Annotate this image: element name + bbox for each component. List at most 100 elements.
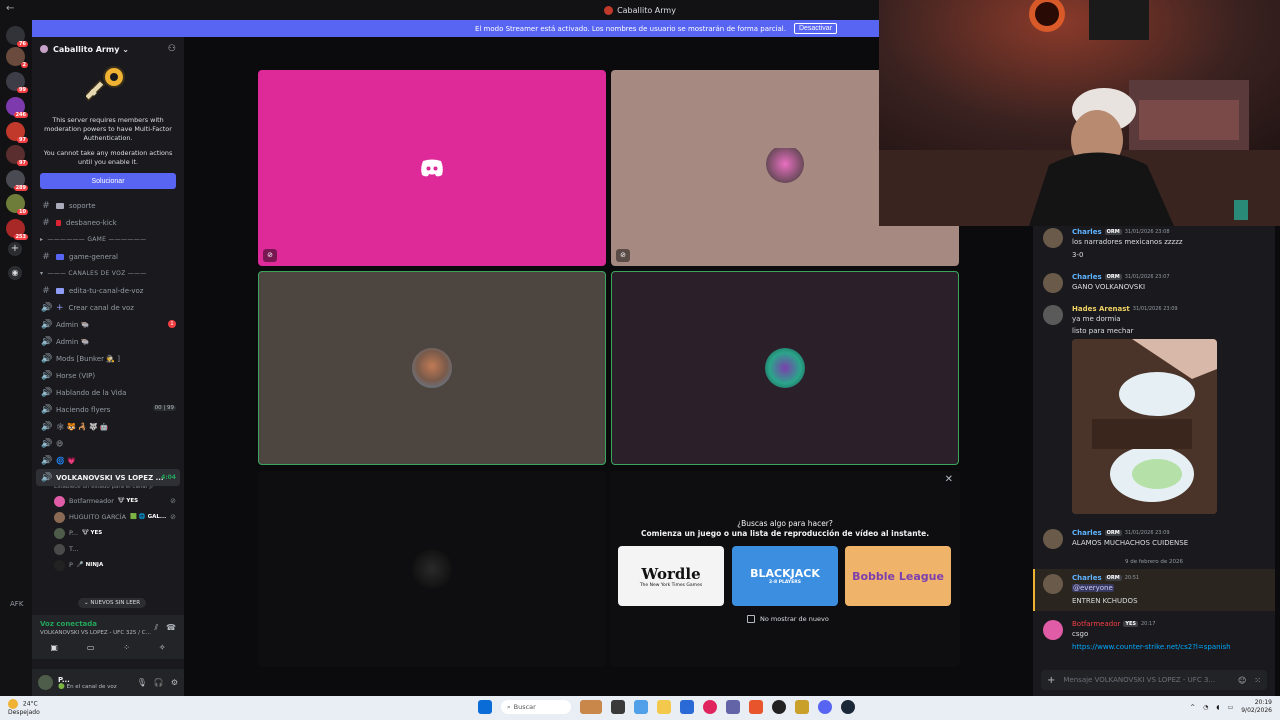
- video-tile[interactable]: [258, 471, 606, 667]
- message-author[interactable]: Charles: [1072, 228, 1102, 236]
- channel-admin-1[interactable]: 🔊 Admin 🐃 1: [32, 316, 184, 333]
- voice-user[interactable]: T...: [32, 541, 184, 557]
- dont-show-again[interactable]: No mostrar de nuevo: [747, 615, 829, 623]
- avatar[interactable]: [38, 675, 53, 690]
- voice-user[interactable]: Botfarmeador 🐮 YES ⊘: [32, 493, 184, 509]
- video-tile[interactable]: [611, 271, 959, 465]
- camera-off-icon[interactable]: ▣: [50, 643, 58, 652]
- teams-icon[interactable]: [726, 700, 740, 714]
- add-server-icon[interactable]: +: [8, 242, 22, 256]
- gear-icon[interactable]: ⚙: [171, 678, 178, 687]
- solucionar-button[interactable]: Solucionar: [40, 173, 176, 189]
- avatar[interactable]: [1043, 620, 1063, 640]
- server-icon[interactable]: 253: [6, 219, 28, 240]
- apps-icon[interactable]: ⁙: [1254, 676, 1261, 685]
- game-wordle[interactable]: Wordle The New York Times Games: [618, 546, 724, 606]
- video-tile[interactable]: ⊘: [258, 70, 606, 266]
- voice-user[interactable]: P 🎤 NINJA: [32, 557, 184, 573]
- channel-admin-2[interactable]: 🔊 Admin 🐃: [32, 333, 184, 350]
- app-icon[interactable]: [795, 700, 809, 714]
- avatar[interactable]: [1043, 529, 1063, 549]
- activities-icon[interactable]: ⁘: [123, 643, 130, 652]
- message-author[interactable]: Charles: [1072, 529, 1102, 537]
- channel-horse[interactable]: 🔊 Horse (VIP): [32, 367, 184, 384]
- channel-hablando[interactable]: 🔊 Hablando de la Vida: [32, 384, 184, 401]
- channel-edita[interactable]: # edita-tu-canal-de-voz: [32, 282, 184, 299]
- new-unread-pill[interactable]: ⌄ NUEVOS SIN LEER: [78, 598, 147, 608]
- clock[interactable]: 20:19 9/02/2026: [1241, 699, 1272, 715]
- message-link[interactable]: https://www.counter-strike.net/cs2?l=spa…: [1072, 643, 1231, 651]
- channel-volkanovski-active[interactable]: 🔊 VOLKANOVSKI VS LOPEZ ... 4:04: [36, 469, 180, 486]
- message-author[interactable]: Botfarmeador: [1072, 620, 1120, 628]
- channel-crear[interactable]: 🔊 + Crear canal de voz: [32, 299, 184, 316]
- discord-home-icon[interactable]: 76: [6, 26, 28, 47]
- obs-icon[interactable]: [772, 700, 786, 714]
- server-header[interactable]: Caballito Army ⌄ ⚇: [32, 37, 184, 61]
- network-icon[interactable]: ◔: [1203, 704, 1208, 711]
- mail-icon[interactable]: [680, 700, 694, 714]
- back-arrow-icon[interactable]: ←: [6, 3, 14, 14]
- voice-user[interactable]: HUGUITO GARCÍA 🟩 🌐 GAL... ⊘: [32, 509, 184, 525]
- game-blackjack[interactable]: BLACKJACK 2-8 PLAYERS: [732, 546, 838, 606]
- windows-start-icon[interactable]: [478, 700, 492, 714]
- channel-emoji-2[interactable]: 🔊 😄: [32, 435, 184, 452]
- headphones-icon[interactable]: 🎧: [154, 678, 164, 687]
- channel-haciendo[interactable]: 🔊 Haciendo flyers 00 | 99: [32, 401, 184, 418]
- volume-icon[interactable]: ◖: [1216, 704, 1219, 711]
- invite-people-icon[interactable]: ⚇: [168, 44, 176, 54]
- voice-user[interactable]: P... 🐮 YES: [32, 525, 184, 541]
- server-icon[interactable]: 246: [6, 97, 28, 118]
- avatar[interactable]: [1043, 574, 1063, 594]
- channel-emoji-3[interactable]: 🔊 🌀 💗: [32, 452, 184, 469]
- message-author[interactable]: Hades Arenast: [1072, 305, 1130, 313]
- app-icon[interactable]: [703, 700, 717, 714]
- avatar[interactable]: [1043, 305, 1063, 325]
- voice-text-chat: Charles ORM 31/01/2026 23:08 los narrado…: [1033, 226, 1275, 696]
- noise-suppression-icon[interactable]: ⫽: [154, 623, 158, 633]
- explore-icon[interactable]: ◉: [8, 266, 22, 280]
- server-icon[interactable]: 10: [6, 194, 28, 215]
- screen-share-icon[interactable]: ▭: [87, 643, 95, 652]
- channel-emoji-1[interactable]: 🔊 🕸 🐯 🦂 🐺 🤖: [32, 418, 184, 435]
- discord-taskbar-icon[interactable]: [818, 700, 832, 714]
- avatar[interactable]: [1043, 273, 1063, 293]
- weather-widget[interactable]: 24°C Despejado: [8, 699, 40, 717]
- video-tile[interactable]: [258, 271, 606, 465]
- channel-mods[interactable]: 🔊 Mods [Bunker 🕵 ]: [32, 350, 184, 367]
- add-attachment-icon[interactable]: +: [1047, 675, 1055, 686]
- server-icon[interactable]: 97: [6, 145, 28, 166]
- task-view-icon[interactable]: [611, 700, 625, 714]
- message-image-attachment[interactable]: [1072, 339, 1217, 514]
- message-author[interactable]: Charles: [1072, 574, 1102, 582]
- message-author[interactable]: Charles: [1072, 273, 1102, 281]
- steam-icon[interactable]: [841, 700, 855, 714]
- brave-icon[interactable]: [749, 700, 763, 714]
- category-game[interactable]: ▸ —————— GAME ——————: [32, 231, 184, 248]
- emoji-icon[interactable]: ☺: [1238, 676, 1246, 685]
- server-icon[interactable]: 2: [6, 47, 28, 68]
- microphone-icon[interactable]: 🎙: [137, 678, 147, 687]
- file-explorer-icon[interactable]: [657, 700, 671, 714]
- voice-channel-name[interactable]: VOLKANOVSKI VS LOPEZ - UFC 325 / C...: [40, 630, 151, 636]
- close-icon[interactable]: ✕: [945, 474, 953, 485]
- soundboard-icon[interactable]: ✧: [159, 643, 166, 652]
- battery-icon[interactable]: ▭: [1228, 704, 1234, 711]
- message-input[interactable]: + Mensaje VOLKANOVSKI VS LOPEZ - UFC 3..…: [1041, 670, 1267, 690]
- avatar[interactable]: [1043, 228, 1063, 248]
- channel-desbaneo-kick[interactable]: # desbaneo-kick: [32, 214, 184, 231]
- channel-game-general[interactable]: # game-general: [32, 248, 184, 265]
- server-icon[interactable]: 99: [6, 72, 28, 93]
- tray-chevron-icon[interactable]: ^: [1190, 704, 1195, 711]
- server-icon[interactable]: 289: [6, 170, 28, 191]
- server-icon[interactable]: 97: [6, 122, 28, 143]
- channel-afk[interactable]: AFK: [10, 600, 23, 608]
- game-bobble-league[interactable]: Bobble League: [845, 546, 951, 606]
- channel-soporte[interactable]: # soporte: [32, 197, 184, 214]
- disable-streamer-button[interactable]: Desactivar: [793, 23, 838, 34]
- disconnect-icon[interactable]: ☎: [166, 623, 176, 633]
- everyone-mention[interactable]: @everyone: [1072, 584, 1114, 592]
- copilot-icon[interactable]: [634, 700, 648, 714]
- category-voice[interactable]: ▾ ——— CANALES DE VOZ ———: [32, 265, 184, 282]
- checkbox[interactable]: [747, 615, 755, 623]
- taskbar-search[interactable]: ⌕ Buscar: [501, 700, 571, 714]
